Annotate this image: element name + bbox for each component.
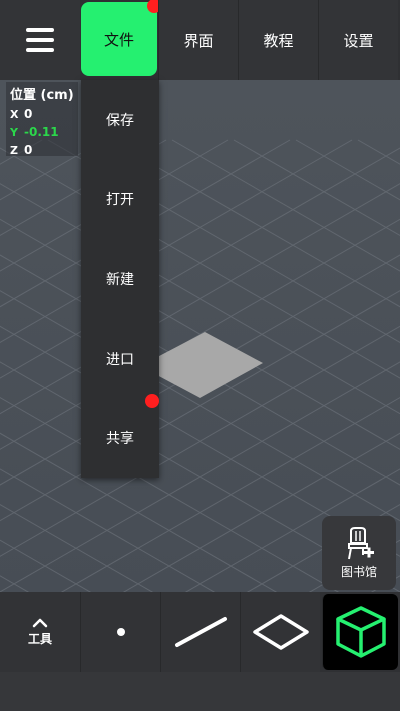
plane-tool-button[interactable]	[240, 592, 320, 672]
system-nav-bar	[0, 672, 400, 711]
menu-button[interactable]	[0, 0, 80, 80]
line-icon	[174, 617, 227, 647]
tab-tutorial-label: 教程	[263, 31, 294, 50]
menu-item-share[interactable]: 共享	[81, 394, 159, 478]
tab-interface-label: 界面	[183, 31, 214, 50]
tab-settings[interactable]: 设置	[318, 0, 398, 80]
menu-item-import[interactable]: 进口	[81, 319, 159, 399]
hamburger-icon	[26, 28, 54, 52]
tab-settings-label: 设置	[343, 31, 374, 50]
menu-item-save[interactable]: 保存	[81, 80, 159, 160]
menu-item-open-label: 打开	[106, 192, 134, 209]
library-button[interactable]: 图书馆	[322, 516, 396, 590]
z-value: 0	[24, 143, 33, 157]
chevron-up-icon	[32, 618, 48, 627]
file-menu: 保存 打开 新建 进口 共享	[81, 80, 159, 478]
library-label: 图书馆	[340, 564, 377, 579]
menu-item-new[interactable]: 新建	[81, 239, 159, 319]
notification-dot	[145, 394, 159, 409]
y-value: -0.11	[24, 125, 59, 139]
tab-file-label: 文件	[103, 30, 134, 49]
menu-item-import-label: 进口	[106, 351, 134, 368]
top-bar: 文件 界面 教程 设置	[0, 0, 400, 80]
chair-plus-icon	[348, 526, 374, 559]
tab-interface[interactable]: 界面	[158, 0, 238, 80]
y-row: Y -0.11	[6, 123, 78, 141]
x-row: X 0	[6, 105, 78, 123]
cube-tool-button[interactable]	[322, 594, 398, 670]
y-axis-label: Y	[10, 125, 18, 139]
position-panel: 位置 (cm) X 0 Y -0.11 Z 0	[6, 82, 78, 159]
plane-icon	[252, 614, 309, 650]
bottom-toolbar: 工具	[0, 592, 400, 672]
tools-button[interactable]: 工具	[0, 592, 80, 672]
menu-item-new-label: 新建	[106, 271, 134, 288]
menu-item-open[interactable]: 打开	[81, 160, 159, 240]
tools-label: 工具	[27, 631, 52, 646]
position-title: 位置 (cm)	[10, 88, 74, 103]
tab-tutorial[interactable]: 教程	[238, 0, 318, 80]
cube-icon	[335, 606, 386, 658]
menu-item-save-label: 保存	[106, 112, 134, 129]
z-row: Z 0	[6, 141, 78, 159]
x-value: 0	[24, 107, 33, 121]
x-axis-label: X	[10, 107, 19, 121]
point-icon	[116, 628, 125, 636]
menu-item-share-label: 共享	[106, 431, 134, 448]
tab-file[interactable]: 文件	[81, 0, 161, 76]
z-axis-label: Z	[10, 143, 18, 157]
line-tool-button[interactable]	[160, 592, 240, 672]
point-tool-button[interactable]	[80, 592, 160, 672]
